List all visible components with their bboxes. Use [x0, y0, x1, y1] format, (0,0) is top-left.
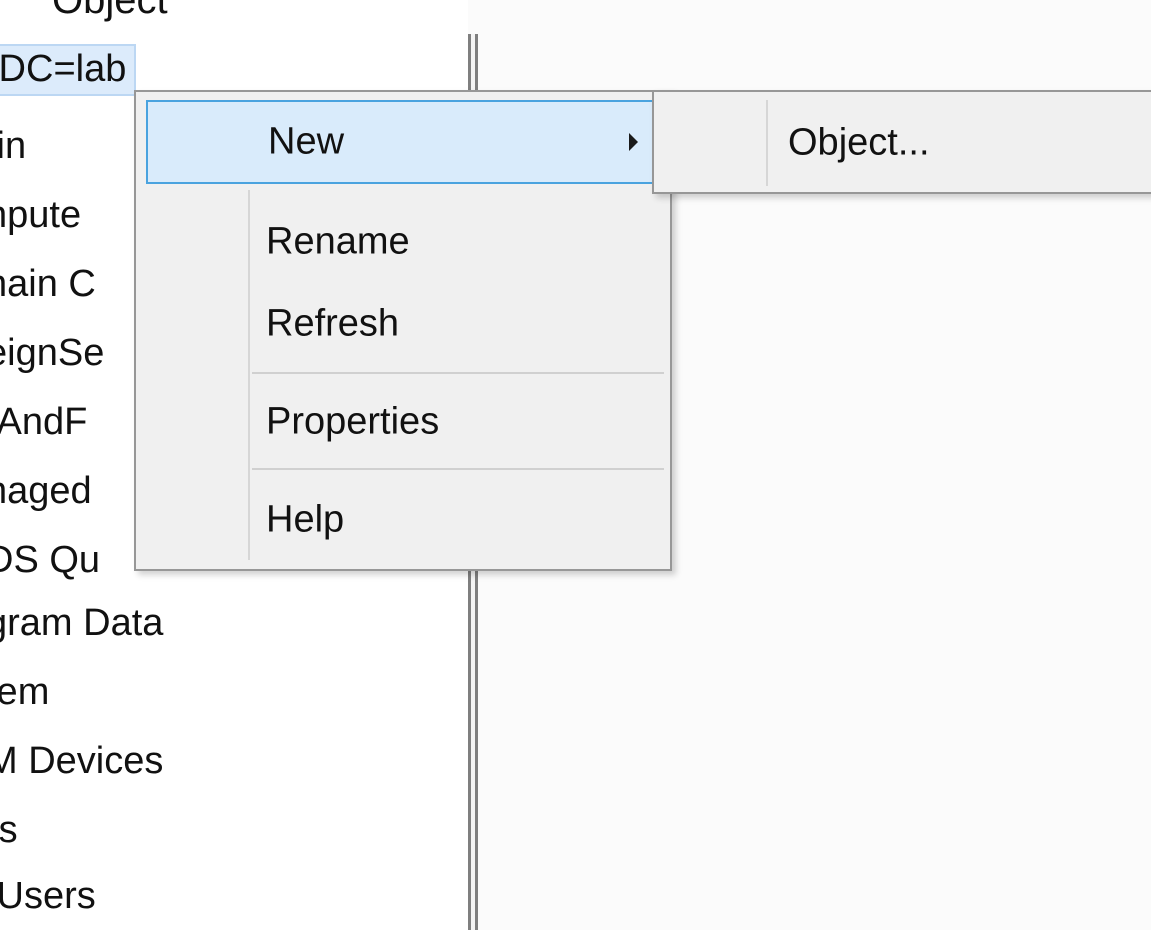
menu-item-refresh[interactable]: Refresh: [146, 284, 660, 364]
submenu-item-object[interactable]: Object...: [664, 100, 1151, 186]
tree-item[interactable]: M Devices: [0, 735, 163, 787]
menu-item-rename[interactable]: Rename: [146, 202, 660, 282]
submenu-arrow-icon: [629, 133, 638, 151]
menu-separator: [252, 468, 664, 470]
menu-item-new-label: New: [268, 120, 345, 163]
tree-item[interactable]: nain C: [0, 258, 96, 310]
tree-item[interactable]: tAndF: [0, 396, 87, 448]
menu-separator: [252, 372, 664, 374]
menu-item-rename-label: Rename: [266, 220, 410, 263]
tree-item[interactable]: DS Qu: [0, 534, 100, 586]
menu-item-properties[interactable]: Properties: [146, 382, 660, 462]
tree-item[interactable]: gram Data: [0, 597, 163, 649]
tree-item[interactable]: npute: [0, 189, 81, 241]
menu-item-properties-label: Properties: [266, 400, 440, 443]
context-menu: New Rename Refresh Properties Help: [134, 90, 672, 571]
tree-item[interactable]: naged: [0, 465, 92, 517]
tree-item[interactable]: tin: [0, 120, 26, 172]
new-submenu: Object...: [652, 90, 1151, 194]
tree-item-selected[interactable]: ,DC=lab: [0, 44, 137, 96]
column-header-object[interactable]: Object: [52, 0, 168, 23]
screen: Object ,DC=lab tin npute nain C eignSe t…: [0, 0, 1151, 930]
menu-item-refresh-label: Refresh: [266, 302, 400, 345]
menu-item-new[interactable]: New: [146, 100, 660, 184]
tree-item[interactable]: rs: [0, 804, 18, 856]
menu-item-help-label: Help: [266, 498, 345, 541]
menu-item-help[interactable]: Help: [146, 480, 660, 560]
tree-item[interactable]: eignSe: [0, 327, 104, 379]
tree-item[interactable]: tem: [0, 666, 49, 718]
submenu-item-object-label: Object...: [788, 121, 930, 164]
tree-item[interactable]: IUsers: [0, 870, 96, 922]
